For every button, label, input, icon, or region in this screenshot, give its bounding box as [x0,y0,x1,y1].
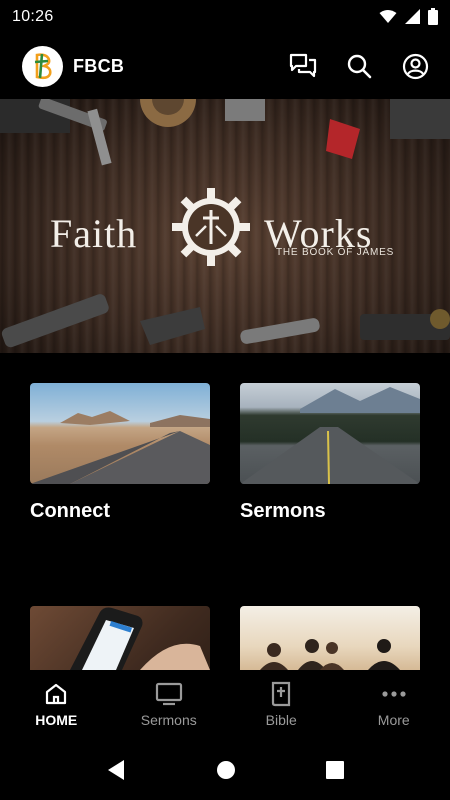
forest-road-image [240,383,420,484]
church-logo[interactable] [22,45,63,87]
desert-road-image [30,383,210,484]
messages-button[interactable] [288,51,318,81]
system-navigation-bar [0,740,450,800]
more-dots-icon [382,691,406,697]
tv-icon [155,682,182,706]
nav-more[interactable]: More [338,670,450,740]
recents-square-icon[interactable] [326,761,344,779]
hero-banner[interactable]: Faith Works THE BOOK OF JAMES [0,99,450,353]
back-icon[interactable] [106,759,126,781]
hero-word-faith: Faith [50,211,138,256]
account-button[interactable] [400,51,430,81]
tile-title: Sermons [240,500,326,522]
chat-bubbles-icon [289,53,317,78]
status-bar: 10:26 [0,0,450,33]
status-time: 10:26 [12,7,54,25]
home-circle-icon[interactable] [216,760,236,780]
nav-sermons[interactable]: Sermons [113,670,226,740]
home-icon [46,683,67,705]
nav-label: HOME [35,712,78,728]
hero-subtitle: THE BOOK OF JAMES [276,247,395,258]
app-actions [288,51,430,81]
app-bar: FBCB [0,33,450,99]
nav-label: More [377,712,410,728]
battery-icon [428,8,438,25]
tile-sermons[interactable]: Sermons [240,383,420,523]
nav-label: Bible [265,712,297,728]
gear-emblem-icon [172,188,250,266]
tile-title: Connect [30,500,110,522]
bible-icon [272,681,291,707]
search-icon [347,54,372,79]
status-icons [379,8,438,25]
nav-bible[interactable]: Bible [225,670,338,740]
account-circle-icon [402,53,428,79]
nav-home[interactable]: HOME [0,670,113,740]
tile-connect[interactable]: Connect [30,383,210,523]
app-title: FBCB [73,55,125,76]
cellular-signal-icon [405,9,420,24]
nav-label: Sermons [140,712,197,728]
bottom-navigation: HOME Sermons Bible More [0,670,450,740]
logo-mark-icon [34,53,52,80]
wifi-icon [379,9,397,23]
search-button[interactable] [344,51,374,81]
